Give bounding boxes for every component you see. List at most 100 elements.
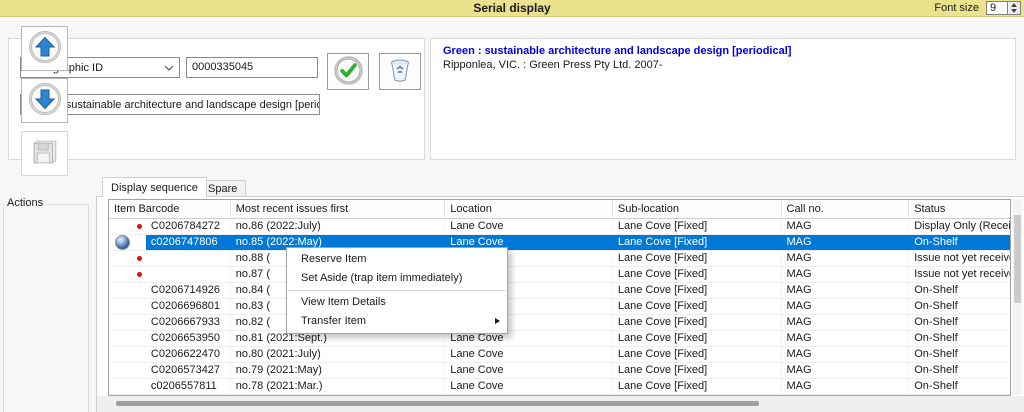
title-select-value: Green : sustainable architecture and lan…: [26, 98, 320, 111]
menu-item[interactable]: View Item Details: [287, 293, 507, 312]
column-header[interactable]: Status: [909, 200, 1010, 218]
row-marker-empty: [109, 379, 146, 394]
actions-label: Actions: [4, 197, 47, 209]
cell-status: On-Shelf: [914, 316, 958, 328]
sphere-icon: [109, 235, 146, 250]
title-bar: Serial display Font size 9: [0, 0, 1024, 17]
cell-status: On-Shelf: [914, 300, 958, 312]
delete-button[interactable]: [379, 53, 421, 90]
cell-call_no: MAG: [782, 315, 910, 330]
table-row[interactable]: c0206557811 no.78 (2021:Mar.) Lane Cove Lan…: [109, 379, 1010, 395]
column-header[interactable]: Item Barcode: [109, 200, 231, 218]
cell-status: On-Shelf: [914, 364, 958, 376]
font-size-input[interactable]: 9: [986, 1, 1008, 15]
table-row[interactable]: C0206573427 no.79 (2021:May) Lane Cove Lane…: [109, 363, 1010, 379]
move-up-button[interactable]: [21, 26, 68, 71]
spinner-down-icon[interactable]: [1008, 8, 1020, 14]
red-dot-icon: [109, 267, 146, 282]
cell-sublocation: Lane Cove [Fixed]: [613, 251, 782, 266]
cell-barcode: C0206573427: [146, 363, 231, 378]
cell-sublocation: Lane Cove [Fixed]: [613, 347, 782, 362]
record-title: Green : sustainable architecture and lan…: [443, 45, 792, 57]
cell-barcode: C0206696801: [146, 299, 231, 314]
menu-item[interactable]: Reserve Item: [287, 250, 507, 269]
cell-sublocation: Lane Cove [Fixed]: [613, 315, 782, 330]
cell-barcode: c0206557811: [146, 379, 231, 394]
cell-status: On-Shelf: [914, 380, 958, 392]
cell-barcode: [146, 251, 231, 266]
horizontal-scrollbar-thumb[interactable]: [116, 401, 759, 406]
table-row[interactable]: no.88 (Lane Cove [Fixed] MAG Issue not yet…: [109, 251, 1010, 267]
cell-barcode: C0206784272: [146, 219, 231, 234]
table-row[interactable]: C0206696801 no.83 (Lane Cove [Fixed] MAG On…: [109, 299, 1010, 315]
cell-sublocation: Lane Cove [Fixed]: [613, 219, 782, 234]
table-row[interactable]: no.87 (Lane Cove [Fixed] MAG Issue not yet…: [109, 267, 1010, 283]
move-down-button[interactable]: [21, 78, 68, 123]
record-panel: Green : sustainable architecture and lan…: [430, 38, 1016, 160]
column-header[interactable]: Sub-location: [613, 200, 782, 218]
row-marker-empty: [109, 315, 146, 330]
table-row[interactable]: c0206747806 no.85 (2022:May) Lane Cove Lane…: [109, 235, 1010, 251]
cell-call_no: MAG: [782, 299, 910, 314]
font-size-spinner[interactable]: [1008, 1, 1021, 15]
column-header[interactable]: Most recent issues first: [231, 200, 446, 218]
table-row[interactable]: C0206622470 no.80 (2021:July) Lane Cove Lan…: [109, 347, 1010, 363]
row-marker-empty: [109, 363, 146, 378]
cell-status: On-Shelf: [909, 235, 1010, 250]
cell-location: Lane Cove: [445, 363, 613, 378]
font-size-label: Font size: [934, 2, 979, 14]
column-header[interactable]: Location: [445, 200, 613, 218]
horizontal-scrollbar[interactable]: [97, 396, 1024, 412]
row-marker-empty: [109, 283, 146, 298]
cell-status: On-Shelf: [914, 332, 958, 344]
cell-barcode: [146, 267, 231, 282]
page-title: Serial display: [473, 1, 551, 15]
red-dot-icon: [109, 251, 146, 266]
submenu-arrow-icon: [495, 318, 500, 324]
row-marker-empty: [109, 299, 146, 314]
lookup-panel: Bibliographic ID 0000335045 Green : sust…: [8, 38, 425, 160]
items-table: Item Barcode Most recent issues first Loca…: [108, 199, 1011, 396]
vertical-scrollbar[interactable]: [1013, 199, 1022, 395]
menu-item[interactable]: Set Aside (trap item immediately): [287, 269, 507, 288]
cell-barcode: C0206622470: [146, 347, 231, 362]
arrow-down-icon: [27, 81, 63, 120]
menu-separator: [288, 290, 506, 291]
vertical-scrollbar-thumb[interactable]: [1014, 215, 1021, 303]
tab-display-sequence[interactable]: Display sequence: [102, 177, 207, 197]
table-row[interactable]: C0206667933 no.82 (Lane Cove [Fixed] MAG On…: [109, 315, 1010, 331]
cell-call_no: MAG: [782, 347, 910, 362]
actions-group: [3, 204, 89, 412]
trash-icon: [388, 57, 412, 86]
table-body: C0206784272 no.86 (2022:July) Lane Cove Lan…: [109, 219, 1010, 395]
cell-issue: no.79 (2021:May): [231, 363, 446, 378]
cell-location: Lane Cove: [445, 347, 613, 362]
cell-barcode: C0206667933: [146, 315, 231, 330]
cell-issue: no.86 (2022:July): [231, 219, 446, 234]
table-header: Item Barcode Most recent issues first Loca…: [109, 200, 1010, 219]
cell-sublocation: Lane Cove [Fixed]: [612, 235, 782, 250]
floppy-disk-icon: [31, 139, 59, 168]
cell-status: Display Only (Receive: [914, 220, 1010, 232]
arrow-up-icon: [27, 29, 63, 68]
cell-call_no: MAG: [782, 363, 910, 378]
table-row[interactable]: C0206784272 no.86 (2022:July) Lane Cove Lan…: [109, 219, 1010, 235]
table-row[interactable]: C0206714926 no.84 (Lane Cove [Fixed] MAG On…: [109, 283, 1010, 299]
context-menu: Reserve Item Set Aside (trap item immedia…: [286, 247, 508, 334]
menu-item[interactable]: Transfer Item: [287, 312, 507, 331]
cell-call_no: MAG: [782, 267, 910, 282]
cell-status: Issue not yet received: [914, 252, 1010, 264]
column-header[interactable]: Call no.: [782, 200, 910, 218]
bibliographic-id-value: 0000335045: [192, 61, 254, 73]
cell-sublocation: Lane Cove [Fixed]: [613, 283, 782, 298]
cell-call_no: MAG: [781, 235, 910, 250]
save-button[interactable]: [21, 131, 68, 176]
cell-sublocation: Lane Cove [Fixed]: [613, 299, 782, 314]
table-row[interactable]: C0206653950 no.81 (2021:Sept.) Lane Cove La…: [109, 331, 1010, 347]
cell-status: On-Shelf: [914, 284, 958, 296]
cell-issue: no.80 (2021:July): [231, 347, 446, 362]
cell-location: Lane Cove: [445, 219, 613, 234]
bibliographic-id-input[interactable]: 0000335045: [186, 57, 318, 78]
cell-issue: no.78 (2021:Mar.): [231, 379, 446, 394]
confirm-button[interactable]: [327, 53, 369, 90]
